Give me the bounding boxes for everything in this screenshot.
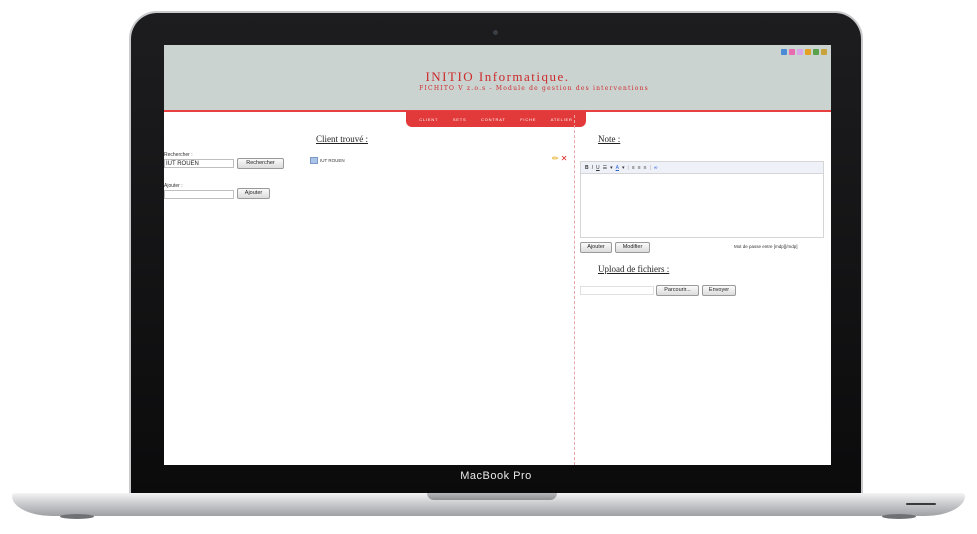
lang-icon[interactable]	[781, 49, 787, 55]
help-icon[interactable]	[797, 49, 803, 55]
link-icon[interactable]: ∞	[654, 165, 658, 171]
laptop-brand-label: MacBook Pro	[460, 470, 532, 482]
site-title: INITIO Informatique.	[425, 69, 570, 84]
client-actions: ✏ ✕	[552, 155, 567, 163]
user-icon[interactable]	[813, 49, 819, 55]
webcam-icon	[493, 30, 498, 35]
home-icon[interactable]	[821, 49, 827, 55]
client-card-icon	[310, 157, 318, 164]
bold-icon[interactable]: B	[585, 165, 589, 171]
add-label: Ajouter :	[164, 183, 183, 189]
toolbar-separator: |	[627, 164, 629, 171]
laptop-foot	[882, 514, 916, 519]
folder-icon[interactable]	[805, 49, 811, 55]
header-toolbar	[781, 49, 827, 55]
text-color-icon[interactable]: A	[616, 165, 619, 171]
client-name[interactable]: IUT ROUEN	[320, 158, 345, 163]
search-label: Rechercher :	[164, 152, 193, 158]
chevron-down-icon[interactable]: ▾	[610, 165, 613, 171]
align-right-icon[interactable]: ≡	[644, 165, 647, 171]
search-button[interactable]: Rechercher	[237, 158, 284, 169]
note-add-button[interactable]: Ajouter	[580, 242, 612, 253]
editor-toolbar: B I U ☰ ▾ A ▾ | ≡ ≡ ≡ | ∞	[581, 162, 823, 174]
laptop-notch	[427, 493, 557, 500]
underline-icon[interactable]: U	[596, 165, 600, 171]
site-header: INITIO Informatique. FICHITO V z.o.s - M…	[164, 45, 831, 112]
note-modify-button[interactable]: Modifier	[615, 242, 650, 253]
note-title: Note :	[598, 134, 621, 144]
nav-item-contrat[interactable]: CONTRAT	[481, 117, 506, 122]
nav-item-fiche[interactable]: FICHE	[520, 117, 536, 122]
nav-item-atelier[interactable]: ATELIER	[551, 117, 573, 122]
align-left-icon[interactable]: ≡	[632, 165, 635, 171]
list-icon[interactable]: ☰	[603, 165, 607, 171]
column-divider	[574, 115, 575, 465]
italic-icon[interactable]: I	[592, 165, 593, 171]
edit-icon[interactable]: ✏	[552, 155, 559, 163]
nav-item-sets[interactable]: SETS	[453, 117, 467, 122]
results-title: Client trouvé :	[316, 134, 368, 144]
upload-title: Upload de fichiers :	[598, 264, 670, 274]
align-center-icon[interactable]: ≡	[638, 165, 641, 171]
laptop-foot	[60, 514, 94, 519]
toolbar-separator: |	[649, 164, 651, 171]
mail-icon[interactable]	[789, 49, 795, 55]
browse-button[interactable]: Parcourir...	[656, 285, 699, 296]
add-input[interactable]	[164, 190, 234, 199]
app-screen: INITIO Informatique. FICHITO V z.o.s - M…	[164, 45, 831, 465]
password-hint: Mot de passe entre [mdp][/mdp]	[734, 244, 798, 249]
search-input[interactable]: IUT ROUEN	[164, 159, 234, 168]
send-button[interactable]: Envoyer	[702, 285, 736, 296]
file-path-input[interactable]	[580, 286, 654, 295]
nav-item-client[interactable]: CLIENT	[419, 117, 438, 122]
note-editor[interactable]: B I U ☰ ▾ A ▾ | ≡ ≡ ≡ | ∞	[580, 161, 824, 238]
client-result-item[interactable]: IUT ROUEN	[310, 157, 345, 164]
sleep-indicator-light	[906, 503, 936, 505]
chevron-down-icon[interactable]: ▾	[622, 165, 625, 171]
delete-icon[interactable]: ✕	[561, 155, 568, 163]
main-nav: CLIENT SETS CONTRAT FICHE ATELIER	[406, 111, 586, 127]
site-subtitle: FICHITO V z.o.s - Module de gestion des …	[419, 85, 649, 92]
add-client-button[interactable]: Ajouter	[237, 188, 270, 199]
